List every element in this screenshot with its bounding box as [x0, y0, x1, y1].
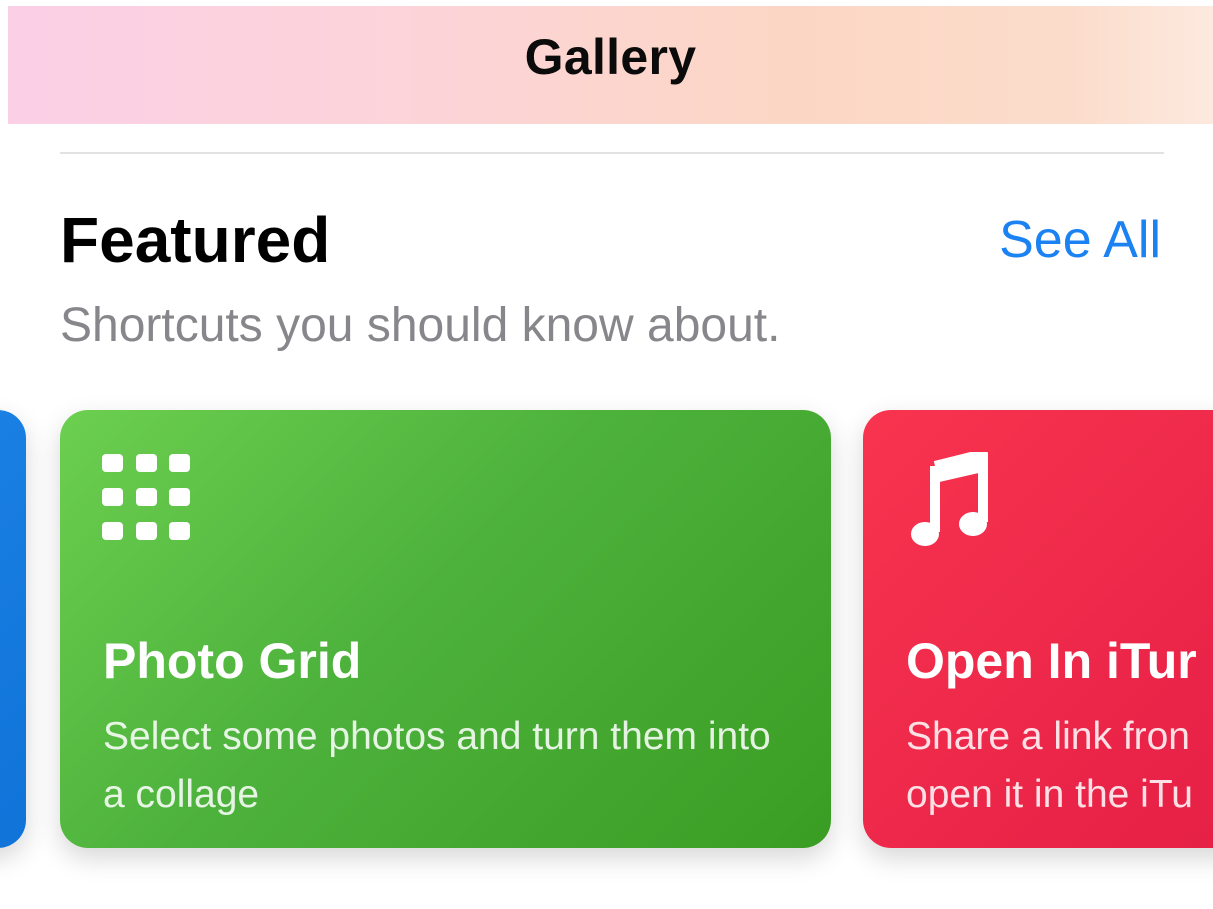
- gallery-screen: Gallery Featured See All Shortcuts you s…: [0, 0, 1213, 909]
- shortcut-card-photo-grid[interactable]: Photo Grid Select some photos and turn t…: [60, 410, 831, 848]
- grid-icon: [102, 454, 192, 540]
- see-all-button[interactable]: See All: [999, 208, 1161, 272]
- card-description-line: Share a link fron: [906, 715, 1190, 758]
- navigation-bar: Gallery: [8, 6, 1213, 124]
- shortcut-card-open-in-itunes[interactable]: Open In iTur Share a link fron open it i…: [863, 410, 1213, 848]
- card-title: Photo Grid: [103, 633, 362, 689]
- section-subtitle: Shortcuts you should know about.: [60, 299, 781, 352]
- page-title: Gallery: [524, 29, 697, 85]
- music-note-icon: [911, 452, 988, 546]
- section-title: Featured: [60, 204, 331, 276]
- divider: [60, 152, 1164, 154]
- card-title: Open In iTur: [906, 633, 1197, 689]
- card-description: Select some photos and turn them into a …: [103, 715, 771, 816]
- shortcut-card-previous[interactable]: [0, 410, 26, 848]
- card-description-line: open it in the iTu: [906, 773, 1193, 816]
- card-description: Share a link fron open it in the iTu: [906, 708, 1213, 824]
